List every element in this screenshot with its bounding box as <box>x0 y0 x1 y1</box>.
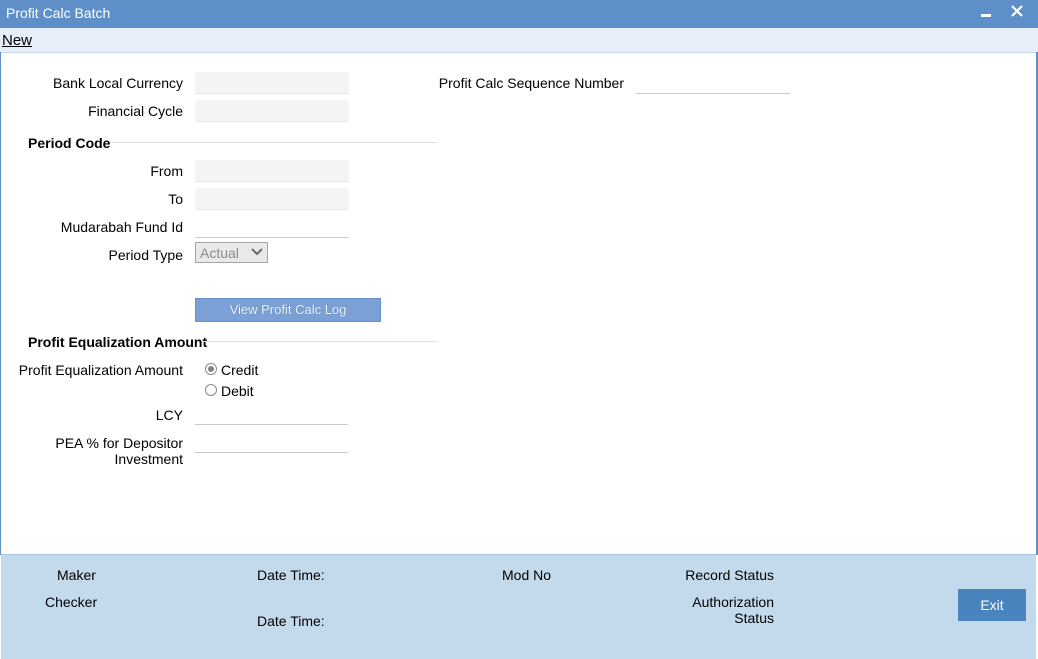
authorization-status-label-line2: Status <box>734 610 774 626</box>
mod-no-label: Mod No <box>502 567 552 583</box>
pea-amount-label: Profit Equalization Amount <box>18 362 183 378</box>
pea-section-heading: Profit Equalization Amount <box>28 334 208 350</box>
toolbar: New <box>0 28 1038 53</box>
exit-button[interactable]: Exit <box>958 589 1026 621</box>
period-type-select[interactable]: Actual <box>195 242 268 263</box>
checker-label: Checker <box>45 594 98 610</box>
close-icon <box>1011 5 1023 17</box>
title-bar: Profit Calc Batch <box>0 0 1038 28</box>
close-button[interactable] <box>1006 2 1028 24</box>
credit-label: Credit <box>221 362 259 378</box>
to-field[interactable] <box>195 188 349 210</box>
bank-local-currency-field[interactable] <box>195 72 349 94</box>
pea-pct-label-line1: PEA % for Depositor <box>55 435 183 451</box>
mudarabah-fund-id-label: Mudarabah Fund Id <box>60 219 183 235</box>
maker-label: Maker <box>57 567 96 583</box>
period-type-value: Actual <box>200 245 239 261</box>
period-type-label: Period Type <box>108 247 183 263</box>
financial-cycle-field[interactable] <box>195 100 349 122</box>
to-label: To <box>168 191 183 207</box>
from-field[interactable] <box>195 160 349 182</box>
profit-calc-seq-label: Profit Calc Sequence Number <box>438 75 624 91</box>
checker-date-time-label: Date Time: <box>257 613 325 629</box>
record-status-label: Record Status <box>685 567 774 583</box>
pea-pct-label-line2: Investment <box>114 451 183 467</box>
maker-date-time-label: Date Time: <box>257 567 325 583</box>
period-code-divider <box>110 142 438 143</box>
lcy-field[interactable] <box>195 403 348 425</box>
bank-local-currency-label: Bank Local Currency <box>53 75 183 91</box>
financial-cycle-label: Financial Cycle <box>88 103 183 119</box>
window-title: Profit Calc Batch <box>6 5 111 21</box>
debit-label: Debit <box>221 383 254 399</box>
lcy-label: LCY <box>155 407 183 423</box>
profit-calc-seq-field[interactable] <box>636 72 790 94</box>
view-profit-calc-log-button[interactable]: View Profit Calc Log <box>195 298 381 322</box>
chevron-down-icon <box>251 248 263 256</box>
credit-radio[interactable] <box>205 363 217 375</box>
minimize-button[interactable] <box>976 2 998 24</box>
frame-border-left <box>0 52 1 555</box>
from-label: From <box>150 163 183 179</box>
pea-section-divider <box>202 341 438 342</box>
credit-radio-dot <box>208 366 214 372</box>
new-link[interactable]: New <box>2 32 32 49</box>
authorization-status-label-line1: Authorization <box>692 594 774 610</box>
period-code-heading: Period Code <box>28 135 111 151</box>
debit-radio[interactable] <box>205 384 217 396</box>
minimize-icon <box>981 14 991 17</box>
pea-pct-field[interactable] <box>195 431 348 453</box>
mudarabah-fund-id-field[interactable] <box>195 216 349 238</box>
